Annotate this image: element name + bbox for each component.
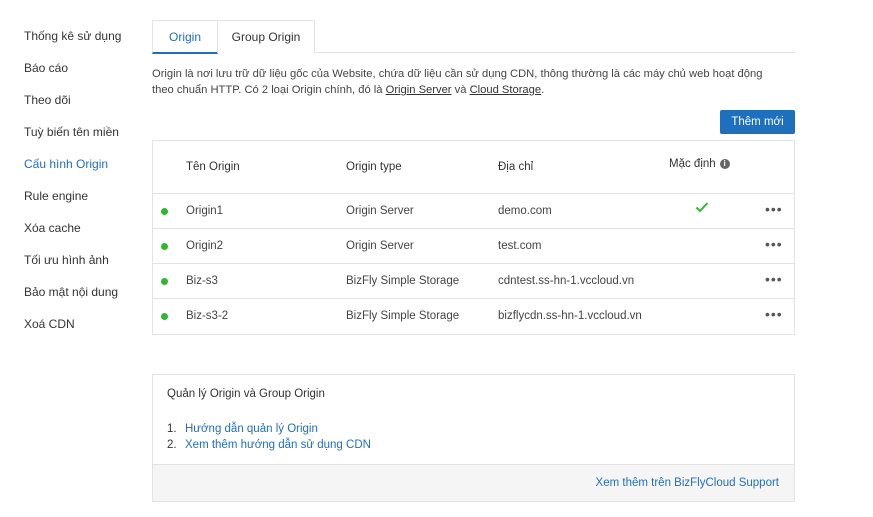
sidebar-item-thong-ke[interactable]: Thống kê sử dụng [24,28,144,60]
tab-bar: Origin Group Origin [152,20,795,54]
origin-address: cdntest.ss-hn-1.vccloud.vn [498,275,635,287]
column-header-name: Tên Origin [186,161,240,173]
origin-type: Origin Server [346,240,414,252]
list-item: 2. Xem thêm hướng dẫn sử dụng CDN [167,437,371,453]
origin-address: bizflycdn.ss-hn-1.vccloud.vn [498,310,642,322]
guide-panel: Quản lý Origin và Group Origin 1. Hướng d… [152,374,795,502]
origin-name: Origin2 [186,240,224,252]
guide-title: Quản lý Origin và Group Origin [167,388,325,400]
sidebar: Thống kê sử dụng Báo cáo Theo dõi Tuỳ bi… [24,28,144,348]
description-text: . [541,84,545,96]
default-label: Mặc định [669,158,716,170]
status-dot-icon [161,208,168,215]
column-header-default: Mặc định i [669,158,730,170]
sidebar-item-rule-engine[interactable]: Rule engine [24,188,144,220]
origin-type: BizFly Simple Storage [346,310,460,322]
list-item: 1. Hướng dẫn quản lý Origin [167,421,371,437]
tab-group-origin[interactable]: Group Origin [217,20,315,53]
status-dot-icon [161,278,168,285]
origin-description: Origin là nơi lưu trữ dữ liệu gốc của We… [152,66,782,98]
add-origin-button[interactable]: Thêm mới [720,110,795,134]
table-header: Tên Origin Origin type Địa chỉ Mặc định i [153,141,794,194]
more-actions-icon[interactable]: ••• [765,202,783,216]
origin-type: BizFly Simple Storage [346,275,460,287]
sidebar-item-toi-uu-hinh-anh[interactable]: Tối ưu hình ảnh [24,252,144,284]
origin-address: demo.com [498,205,552,217]
sidebar-item-tuy-bien-ten-mien[interactable]: Tuỳ biến tên miền [24,124,144,156]
origin-name: Origin1 [186,205,224,217]
guide-link-cdn-usage[interactable]: Xem thêm hướng dẫn sử dụng CDN [185,439,371,451]
table-row[interactable]: Origin2 Origin Server test.com ••• [153,229,794,264]
origin-type: Origin Server [346,205,414,217]
column-header-address: Địa chỉ [498,161,534,173]
guide-list: 1. Hướng dẫn quản lý Origin 2. Xem thêm hư… [167,421,371,453]
origin-name: Biz-s3-2 [186,310,229,322]
column-header-type: Origin type [346,161,402,173]
default-check-icon [695,201,709,216]
main-content: Origin Group Origin Origin là nơi lưu tr… [152,20,795,502]
sidebar-item-bao-mat-noi-dung[interactable]: Bảo mật nội dung [24,284,144,316]
list-number: 1. [167,423,177,435]
sidebar-item-xoa-cdn[interactable]: Xoá CDN [24,316,144,348]
more-actions-icon[interactable]: ••• [765,272,783,286]
more-actions-icon[interactable]: ••• [765,307,783,321]
sidebar-item-bao-cao[interactable]: Báo cáo [24,60,144,92]
status-dot-icon [161,313,168,320]
origin-server-link[interactable]: Origin Server [386,84,452,96]
guide-link-manage-origin[interactable]: Hướng dẫn quản lý Origin [185,423,318,435]
list-number: 2. [167,439,177,451]
table-row[interactable]: Biz-s3 BizFly Simple Storage cdntest.ss-… [153,264,794,299]
description-text: và [451,84,470,96]
sidebar-item-theo-doi[interactable]: Theo dõi [24,92,144,124]
sidebar-item-xoa-cache[interactable]: Xóa cache [24,220,144,252]
sidebar-item-cau-hinh-origin[interactable]: Cấu hình Origin [24,156,144,188]
status-dot-icon [161,243,168,250]
table-row[interactable]: Origin1 Origin Server demo.com ••• [153,194,794,229]
info-icon[interactable]: i [719,159,730,169]
origin-address: test.com [498,240,542,252]
origin-name: Biz-s3 [186,275,218,287]
cloud-storage-link[interactable]: Cloud Storage [470,84,542,96]
guide-footer: Xem thêm trên BizFlyCloud Support [153,464,794,501]
support-link[interactable]: Xem thêm trên BizFlyCloud Support [596,477,779,489]
more-actions-icon[interactable]: ••• [765,237,783,251]
origin-table: Tên Origin Origin type Địa chỉ Mặc định i… [152,140,795,335]
table-row[interactable]: Biz-s3-2 BizFly Simple Storage bizflycdn… [153,299,794,334]
tab-origin[interactable]: Origin [152,20,218,54]
